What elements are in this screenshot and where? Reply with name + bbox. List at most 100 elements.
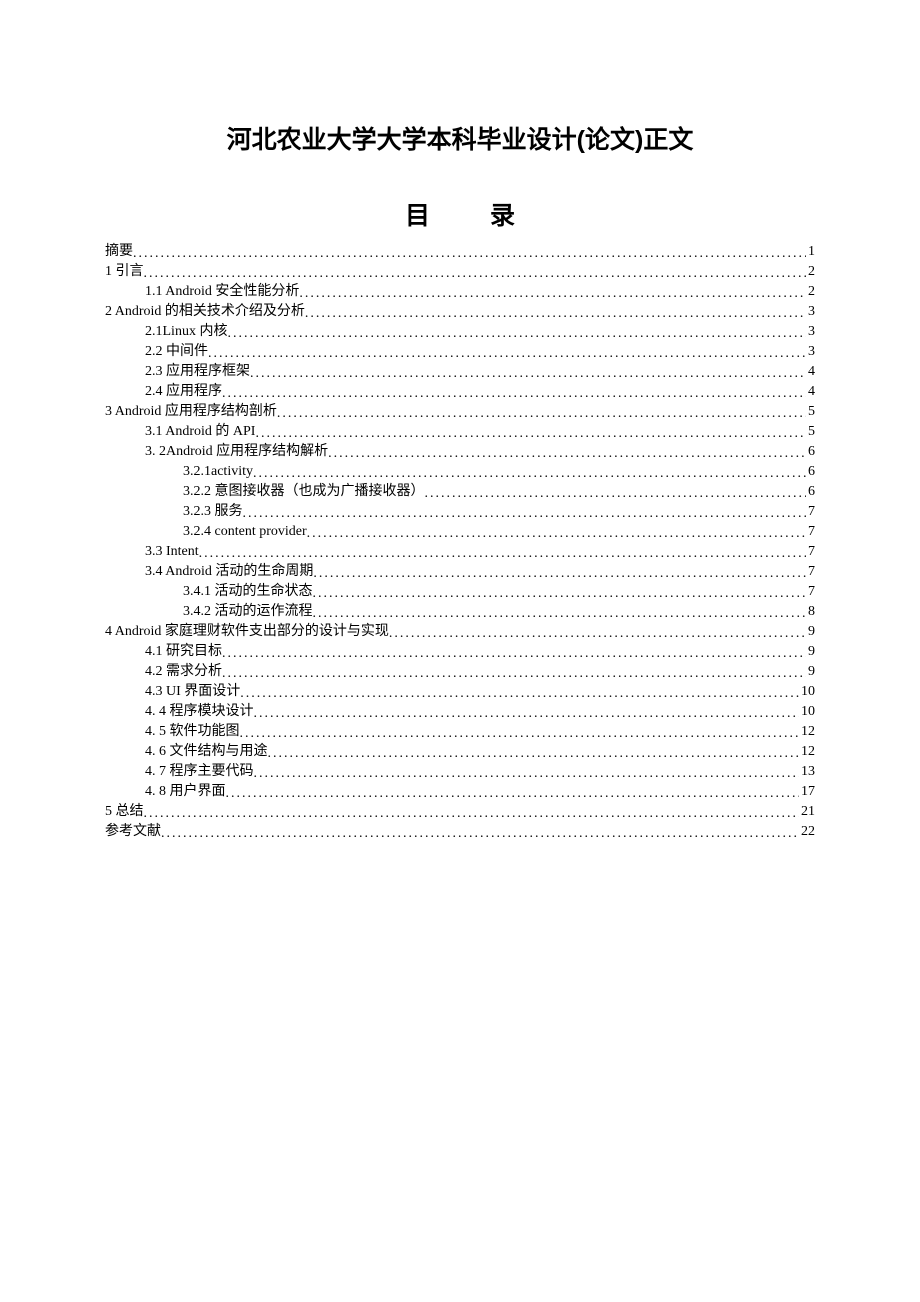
toc-entry: 4. 6 文件结构与用途12	[105, 742, 815, 762]
toc-entry-page: 2	[806, 262, 815, 282]
toc-entry-label: 参考文献	[105, 822, 161, 842]
document-title: 河北农业大学大学本科毕业设计(论文)正文	[105, 120, 815, 156]
toc-leader-dots	[243, 504, 807, 522]
toc-leader-dots	[226, 784, 800, 802]
toc-entry: 4. 5 软件功能图 12	[105, 722, 815, 742]
toc-entry: 参考文献22	[105, 822, 815, 842]
toc-leader-dots	[328, 444, 806, 462]
toc-entry: 3.3 Intent 7	[105, 542, 815, 562]
toc-entry-page: 6	[806, 442, 815, 462]
toc-entry: 5 总结 21	[105, 802, 815, 822]
toc-leader-dots	[299, 284, 806, 302]
table-of-contents: 摘要11 引言 21.1 Android 安全性能分析 2 2 Android 的相…	[105, 242, 815, 842]
toc-entry-page: 3	[806, 322, 815, 342]
toc-entry-label: 3.2.4 content provider	[105, 522, 307, 542]
toc-entry: 4. 4 程序模块设计10	[105, 702, 815, 722]
toc-entry: 摘要1	[105, 242, 815, 262]
toc-entry: 4. 7 程序主要代码 13	[105, 762, 815, 782]
toc-leader-dots	[222, 644, 806, 662]
toc-leader-dots	[133, 244, 806, 262]
toc-leader-dots	[313, 604, 807, 622]
toc-entry: 4.3 UI 界面设计 10	[105, 682, 815, 702]
toc-leader-dots	[313, 564, 806, 582]
document-page: 河北农业大学大学本科毕业设计(论文)正文 目录 摘要11 引言21.1 Andr…	[0, 0, 920, 1302]
toc-entry-page: 7	[806, 522, 815, 542]
toc-entry: 2.1Linux 内核3	[105, 322, 815, 342]
toc-leader-dots	[144, 804, 800, 822]
toc-entry: 3.4.1 活动的生命状态7	[105, 582, 815, 602]
toc-entry-page: 4	[806, 362, 815, 382]
toc-entry-page: 21	[799, 802, 815, 822]
toc-leader-dots	[268, 744, 800, 762]
toc-leader-dots	[240, 684, 799, 702]
toc-entry-page: 6	[806, 482, 815, 502]
toc-entry-label: 4.3 UI 界面设计	[105, 682, 240, 702]
toc-entry-page: 12	[799, 742, 815, 762]
toc-entry: 3. 2Android 应用程序结构解析6	[105, 442, 815, 462]
toc-leader-dots	[254, 764, 800, 782]
toc-leader-dots	[240, 724, 800, 742]
toc-leader-dots	[313, 584, 807, 602]
toc-heading: 目录	[105, 196, 815, 232]
toc-entry-page: 5	[806, 422, 815, 442]
toc-entry-label: 4. 8 用户界面	[105, 782, 226, 802]
toc-entry-page: 5	[806, 402, 815, 422]
toc-entry-label: 1 引言	[105, 262, 144, 282]
toc-leader-dots	[222, 664, 806, 682]
toc-leader-dots	[277, 404, 806, 422]
toc-leader-dots	[307, 524, 806, 542]
toc-entry: 2.4 应用程序4	[105, 382, 815, 402]
toc-entry: 4.2 需求分析9	[105, 662, 815, 682]
toc-entry: 3.2.4 content provider 7	[105, 522, 815, 542]
toc-entry-label: 5 总结	[105, 802, 144, 822]
toc-entry: 3.1 Android 的 API 5	[105, 422, 815, 442]
toc-entry-label: 摘要	[105, 242, 133, 262]
toc-entry-page: 7	[806, 582, 815, 602]
toc-entry-label: 4.1 研究目标	[105, 642, 222, 662]
toc-entry-label: 4.2 需求分析	[105, 662, 222, 682]
toc-heading-right: 录	[490, 202, 515, 230]
toc-entry-page: 17	[799, 782, 815, 802]
toc-entry: 3 Android 应用程序结构剖析 5	[105, 402, 815, 422]
toc-leader-dots	[305, 304, 806, 322]
toc-entry-label: 3.2.3 服务	[105, 502, 243, 522]
toc-entry-page: 7	[806, 502, 815, 522]
toc-entry: 1 引言 2	[105, 262, 815, 282]
toc-leader-dots	[222, 384, 806, 402]
toc-entry-label: 3.1 Android 的 API	[105, 422, 255, 442]
toc-leader-dots	[250, 364, 806, 382]
toc-entry-page: 7	[806, 562, 815, 582]
toc-entry-label: 3.4.2 活动的运作流程	[105, 602, 313, 622]
toc-entry: 2.2 中间件 3	[105, 342, 815, 362]
toc-leader-dots	[199, 544, 806, 562]
toc-entry-label: 3.2.1activity	[105, 462, 253, 482]
toc-entry: 4.1 研究目标 9	[105, 642, 815, 662]
toc-entry: 4. 8 用户界面 17	[105, 782, 815, 802]
toc-entry-label: 4. 5 软件功能图	[105, 722, 240, 742]
toc-entry: 3.4.2 活动的运作流程 8	[105, 602, 815, 622]
toc-entry-page: 9	[806, 642, 815, 662]
toc-entry-label: 4. 4 程序模块设计	[105, 702, 254, 722]
toc-entry-page: 10	[799, 682, 815, 702]
toc-leader-dots	[389, 624, 806, 642]
toc-entry-label: 2 Android 的相关技术介绍及分析	[105, 302, 305, 322]
toc-entry-label: 2.2 中间件	[105, 342, 208, 362]
toc-entry-page: 3	[806, 302, 815, 322]
toc-entry-label: 1.1 Android 安全性能分析	[105, 282, 299, 302]
toc-entry-label: 3 Android 应用程序结构剖析	[105, 402, 277, 422]
toc-leader-dots	[227, 324, 806, 342]
toc-entry-page: 7	[806, 542, 815, 562]
toc-leader-dots	[161, 824, 799, 842]
toc-entry: 2.3 应用程序框架4	[105, 362, 815, 382]
toc-entry-page: 13	[799, 762, 815, 782]
toc-entry-page: 4	[806, 382, 815, 402]
toc-heading-left: 目	[405, 202, 430, 230]
toc-entry-page: 12	[799, 722, 815, 742]
toc-entry-page: 9	[806, 622, 815, 642]
toc-entry-page: 3	[806, 342, 815, 362]
toc-leader-dots	[254, 704, 800, 722]
toc-entry-label: 4. 7 程序主要代码	[105, 762, 254, 782]
toc-entry-label: 3.2.2 意图接收器（也成为广播接收器）	[105, 482, 425, 502]
toc-entry: 3.2.2 意图接收器（也成为广播接收器） 6	[105, 482, 815, 502]
toc-entry-page: 8	[806, 602, 815, 622]
